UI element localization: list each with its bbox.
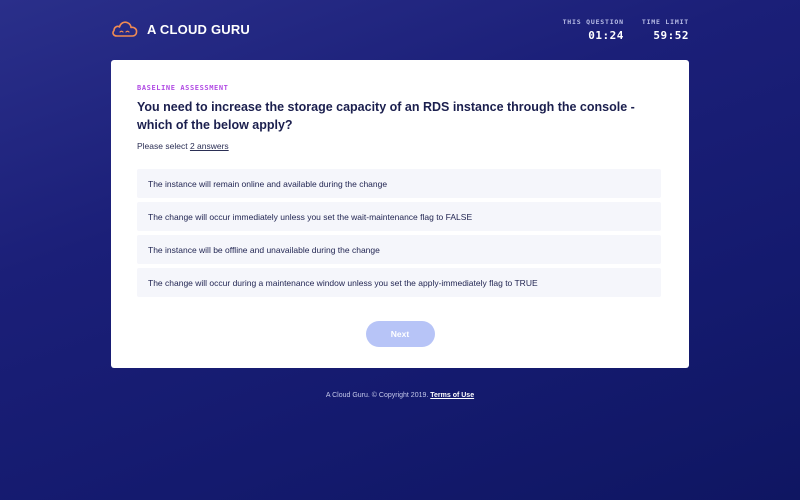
answer-option-text: The instance will remain online and avai… — [148, 178, 388, 189]
assessment-eyebrow: BASELINE ASSESSMENT — [137, 84, 229, 92]
select-prefix: Please select — [137, 141, 188, 151]
cloud-icon — [111, 20, 139, 38]
next-button[interactable]: Next — [365, 321, 435, 347]
answer-option-4[interactable]: The change will occur during a maintenan… — [137, 268, 661, 297]
answer-option-text: The instance will be offline and unavail… — [148, 244, 380, 255]
question-text: You need to increase the storage capacit… — [137, 100, 635, 132]
time-limit-label: TIME LIMIT — [641, 18, 689, 26]
answers-count-link[interactable]: 2 answers — [190, 141, 229, 151]
question-card: BASELINE ASSESSMENT You need to increase… — [111, 60, 689, 368]
timers: THIS QUESTION 01:24 TIME LIMIT 59:52 — [545, 18, 689, 42]
answer-option-2[interactable]: The change will occur immediately unless… — [137, 202, 661, 231]
brand-logo[interactable]: A CLOUD GURU — [111, 20, 250, 38]
terms-of-use-link[interactable]: Terms of Use — [430, 392, 474, 399]
select-instructions: Please select 2 answers — [137, 141, 663, 151]
brand-name: A CLOUD GURU — [147, 21, 251, 37]
question-timer: THIS QUESTION 01:24 — [563, 18, 624, 42]
top-header: A CLOUD GURU THIS QUESTION 01:24 TIME LI… — [111, 18, 689, 44]
next-wrap: Next — [111, 321, 689, 347]
answer-option-text: The change will occur immediately unless… — [148, 211, 473, 222]
answer-option-1[interactable]: The instance will remain online and avai… — [137, 169, 661, 198]
question-timer-value: 01:24 — [588, 29, 624, 42]
time-limit-timer: TIME LIMIT 59:52 — [642, 18, 689, 42]
answer-options: The instance will remain online and avai… — [137, 169, 663, 297]
answer-option-text: The change will occur during a maintenan… — [148, 277, 538, 288]
question-timer-label: THIS QUESTION — [562, 18, 624, 26]
copyright-text: A Cloud Guru. © Copyright 2019. — [325, 392, 429, 399]
time-limit-value: 59:52 — [653, 29, 689, 42]
footer: A Cloud Guru. © Copyright 2019. Terms of… — [0, 392, 800, 399]
answer-option-3[interactable]: The instance will be offline and unavail… — [137, 235, 661, 264]
